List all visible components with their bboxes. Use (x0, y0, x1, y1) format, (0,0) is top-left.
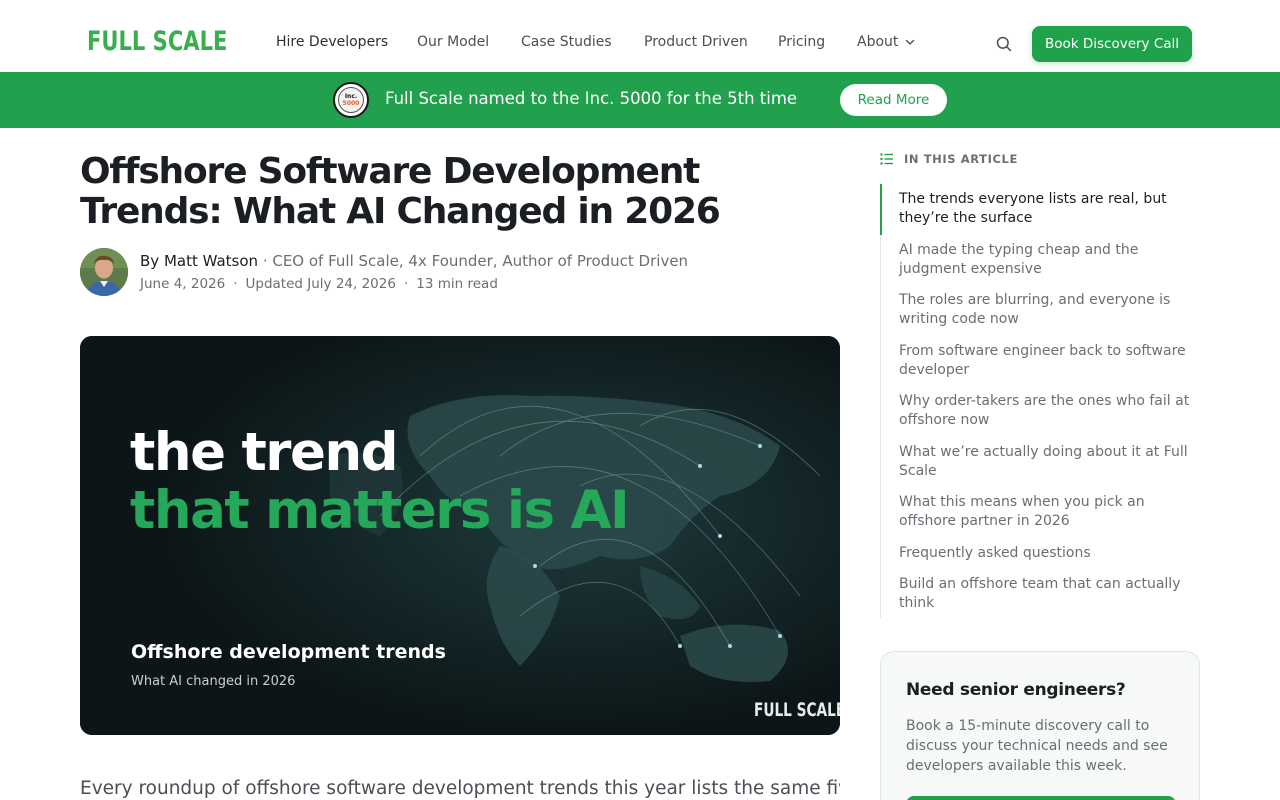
nav-about[interactable]: About (857, 34, 916, 50)
hero-logo: FULL SCALE (754, 699, 840, 721)
toc-item[interactable]: AI made the typing cheap and the judgmen… (899, 241, 1199, 279)
inc-5000-badge: Inc. 5000 (333, 82, 369, 118)
publish-date: June 4, 2026 (140, 276, 226, 292)
nav-our-model[interactable]: Our Model (417, 34, 489, 50)
read-time: 13 min read (416, 276, 498, 292)
toc-heading: IN THIS ARTICLE (880, 152, 1018, 166)
toc-item[interactable]: The roles are blurring, and everyone is … (899, 291, 1199, 329)
announcement-banner: Inc. 5000 Full Scale named to the Inc. 5… (0, 72, 1280, 128)
hero-headline-line2: that matters is AI (130, 480, 630, 541)
toc-item[interactable]: What we’re actually doing about it at Fu… (899, 443, 1199, 481)
hero-subtitle-secondary: What AI changed in 2026 (131, 674, 296, 689)
hero-image: the trend that matters is AI Offshore de… (80, 336, 840, 735)
inc-badge-number: 5000 (342, 100, 360, 107)
inc-badge-label: Inc. (344, 93, 358, 100)
toc-item[interactable]: The trends everyone lists are real, but … (899, 190, 1199, 228)
cta-card: Need senior engineers? Book a 15-minute … (880, 651, 1200, 800)
chevron-down-icon (906, 39, 915, 45)
nav-about-label: About (857, 34, 899, 50)
full-scale-logo[interactable]: FULL SCALE (87, 26, 227, 57)
banner-text: Full Scale named to the Inc. 5000 for th… (385, 89, 798, 108)
nav-product-driven[interactable]: Product Driven (644, 34, 748, 50)
list-icon (880, 153, 893, 165)
updated-date: Updated July 24, 2026 (245, 276, 396, 292)
toc-item[interactable]: Why order-takers are the ones who fail a… (899, 392, 1199, 430)
byline-prefix: By (140, 252, 164, 270)
author-avatar (80, 248, 128, 296)
hero-subtitle: Offshore development trends (131, 641, 446, 663)
nav-case-studies[interactable]: Case Studies (521, 34, 612, 50)
cta-card-text: Book a 15-minute discovery call to discu… (906, 718, 1168, 774)
author-name[interactable]: Matt Watson (164, 252, 258, 270)
site-header: FULL SCALE Hire Developers Our Model Cas… (0, 0, 1280, 72)
meta-separator: · (233, 276, 238, 292)
meta-separator: · (403, 276, 409, 292)
toc-heading-label: IN THIS ARTICLE (904, 152, 1018, 166)
cta-card-button[interactable] (906, 796, 1176, 800)
nav-pricing[interactable]: Pricing (778, 34, 825, 50)
nav-hire-developers[interactable]: Hire Developers (276, 34, 388, 50)
toc-item[interactable]: Build an offshore team that can actually… (899, 575, 1199, 613)
article-title: Offshore Software Development Trends: Wh… (80, 151, 721, 232)
toc-active-indicator (880, 184, 882, 235)
cta-card-title: Need senior engineers? (906, 680, 1126, 700)
toc-item[interactable]: What this means when you pick an offshor… (899, 493, 1199, 531)
search-icon[interactable] (995, 35, 1013, 53)
article-meta: June 4, 2026 · Updated July 24, 2026 · 13 mi… (140, 276, 498, 292)
toc-item[interactable]: Frequently asked questions (899, 544, 1199, 563)
author-role: · CEO of Full Scale, 4x Founder, Author … (258, 252, 689, 270)
inc-badge-inner: Inc. 5000 (338, 87, 364, 113)
table-of-contents: The trends everyone lists are real, but … (880, 184, 1200, 618)
read-more-button[interactable]: Read More (840, 84, 947, 116)
byline: By Matt Watson · CEO of Full Scale, 4x F… (140, 252, 688, 270)
article-intro: Every roundup of offshore software devel… (80, 778, 840, 799)
hero-headline-line1: the trend (130, 422, 399, 483)
book-discovery-call-button[interactable]: Book Discovery Call (1032, 26, 1192, 62)
toc-item[interactable]: From software engineer back to software … (899, 342, 1199, 380)
author-photo (80, 248, 128, 296)
